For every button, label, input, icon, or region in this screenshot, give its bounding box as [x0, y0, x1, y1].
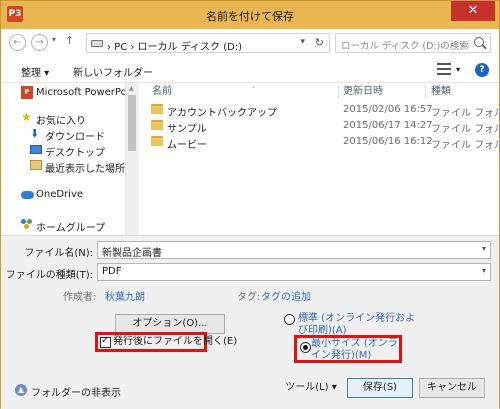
- file-date: 2015/02/06 16:57: [343, 104, 433, 115]
- search-icon[interactable]: [474, 37, 484, 47]
- tags-value[interactable]: タグの追加: [261, 288, 311, 303]
- tags-label: タグ:: [237, 292, 261, 303]
- view-dropdown-icon[interactable]: ▾: [456, 65, 460, 74]
- view-options-icon[interactable]: [437, 63, 451, 75]
- powerpoint-icon: P: [21, 86, 33, 99]
- column-divider[interactable]: [425, 85, 426, 99]
- table-row[interactable]: ムービー 2015/06/16 16:12 ファイル フォルダー: [139, 134, 500, 151]
- hide-folders-button[interactable]: フォルダーの非表示: [31, 384, 121, 399]
- help-icon[interactable]: ?: [475, 63, 489, 77]
- recent-places-icon: [30, 160, 42, 170]
- open-after-publish-label[interactable]: 発行後にファイルを開く(E): [113, 336, 237, 348]
- folder-icon: [151, 136, 163, 146]
- save-options-panel: ファイル名(N): 新製品企画書 ▾ ファイルの種類(T): PDF ▾ 作成者…: [1, 235, 499, 409]
- column-header-label: 名前: [152, 86, 172, 97]
- save-as-dialog: P3 名前を付けて保存 ✕ ← → ▾ ↑ › PC › ローカル ディスク (…: [0, 0, 500, 409]
- star-icon: ★: [21, 110, 32, 124]
- cancel-button[interactable]: キャンセル: [419, 378, 485, 398]
- scrollbar-thumb[interactable]: [128, 95, 136, 151]
- sidebar-item-onedrive[interactable]: OneDrive: [1, 187, 125, 203]
- filetype-label: ファイルの種類(T):: [5, 270, 93, 281]
- download-icon: ⬇: [30, 127, 40, 140]
- column-header-name[interactable]: 名前 ˄: [152, 83, 342, 101]
- author-label: 作成者:: [63, 292, 97, 303]
- open-after-publish-checkbox[interactable]: [100, 335, 111, 348]
- sidebar-item-label: ホームグループ: [36, 223, 106, 234]
- sidebar-item-label: デスクトップ: [45, 148, 105, 159]
- column-header-type[interactable]: 種類: [431, 83, 496, 101]
- sidebar-item-label: OneDrive: [36, 189, 84, 200]
- forward-button[interactable]: →: [31, 34, 48, 51]
- dialog-title: 名前を付けて保存: [206, 10, 294, 23]
- search-input[interactable]: ローカル ディスク (D:)の検索: [341, 38, 469, 52]
- radio-standard[interactable]: [284, 314, 295, 325]
- folder-icon: [151, 120, 163, 130]
- sidebar-item-recent-places[interactable]: 最近表示した場所: [1, 158, 125, 175]
- save-button[interactable]: 保存(S): [347, 378, 413, 398]
- sort-arrow-icon: ˄: [252, 86, 256, 94]
- filename-label: ファイル名(N):: [24, 248, 93, 259]
- drive-icon: [91, 40, 103, 47]
- sidebar-scrollbar[interactable]: ▲: [125, 83, 138, 235]
- navigation-bar: ← → ▾ ↑ › PC › ローカル ディスク (D:) ▾ ↻ ローカル デ…: [1, 29, 499, 57]
- column-divider[interactable]: [338, 85, 339, 99]
- chevron-down-icon[interactable]: ▾: [482, 244, 486, 253]
- filename-value: 新製品企画書: [102, 248, 162, 259]
- close-button[interactable]: ✕: [451, 1, 495, 21]
- tools-menu-button[interactable]: ツール(L) ▾: [279, 378, 343, 398]
- file-type: ファイル フォルダー: [431, 108, 500, 119]
- file-date: 2015/06/17 14:27: [343, 120, 433, 131]
- table-row[interactable]: サンプル 2015/06/17 14:27 ファイル フォルダー: [139, 118, 500, 135]
- homegroup-icon: [21, 219, 34, 230]
- file-type: ファイル フォルダー: [431, 124, 500, 135]
- sidebar-item-label: お気に入り: [36, 116, 86, 127]
- sidebar-item-label: 最近表示した場所: [45, 164, 125, 175]
- folder-icon: [151, 104, 163, 114]
- file-date: 2015/06/16 16:12: [343, 136, 433, 147]
- organize-button[interactable]: 整理 ▾: [21, 64, 49, 79]
- sidebar-item-label: ダウンロード: [45, 132, 105, 143]
- radio-standard-label[interactable]: 標準 (オンライン発行および印刷)(A): [298, 313, 418, 337]
- file-name: ムービー: [167, 140, 207, 151]
- toolbar: 整理 ▾ 新しいフォルダー ▾ ?: [1, 57, 499, 83]
- column-header-date[interactable]: 更新日時: [343, 83, 423, 101]
- address-bar[interactable]: › PC › ローカル ディスク (D:) ▾ ↻: [86, 33, 330, 53]
- desktop-icon: [30, 145, 42, 154]
- history-dropdown-icon[interactable]: ▾: [52, 35, 56, 44]
- sidebar-item-downloads[interactable]: ⬇ ダウンロード: [1, 126, 125, 143]
- search-box[interactable]: ローカル ディスク (D:)の検索: [335, 33, 491, 53]
- new-folder-button[interactable]: 新しいフォルダー: [73, 64, 153, 79]
- sidebar-item-desktop[interactable]: デスクトップ: [1, 142, 125, 159]
- file-list: 名前 ˄ 更新日時 種類 アカウントバックアップ 2015/02/06 16:5…: [139, 83, 500, 235]
- filetype-select[interactable]: PDF ▾: [97, 263, 491, 281]
- file-name: アカウントバックアップ: [167, 108, 277, 119]
- address-path: › PC › ローカル ディスク (D:): [107, 42, 243, 53]
- file-name: サンプル: [167, 124, 207, 135]
- table-row[interactable]: アカウントバックアップ 2015/02/06 16:57 ファイル フォルダー: [139, 102, 500, 119]
- chevron-down-icon[interactable]: ▾: [482, 266, 486, 275]
- title-bar: P3 名前を付けて保存 ✕: [1, 1, 499, 29]
- filetype-value: PDF: [102, 266, 122, 277]
- sidebar-item-favorites[interactable]: ★ お気に入り: [1, 110, 125, 127]
- refresh-icon[interactable]: ↻: [315, 36, 324, 49]
- scroll-up-arrow-icon[interactable]: ▲: [129, 85, 134, 92]
- author-value[interactable]: 秋葉九朗: [105, 288, 145, 303]
- up-folder-button[interactable]: ↑: [65, 34, 74, 47]
- options-button[interactable]: オプション(O)...: [115, 314, 225, 334]
- radio-minimum-size-label[interactable]: 最小サイズ (オンライン発行)(M): [311, 338, 399, 362]
- sidebar-item-powerpoint[interactable]: P Microsoft PowerPoint: [1, 85, 138, 101]
- hide-folders-icon[interactable]: ▲: [15, 384, 27, 396]
- back-button[interactable]: ←: [9, 34, 26, 51]
- sidebar-item-homegroup[interactable]: ホームグループ: [1, 217, 125, 234]
- navigation-pane: P Microsoft PowerPoint ★ お気に入り ⬇ ダウンロード …: [1, 83, 138, 235]
- sidebar-item-label: Microsoft PowerPoint: [36, 87, 138, 98]
- address-history-chevron-icon[interactable]: ▾: [300, 37, 305, 47]
- radio-minimum-size[interactable]: [300, 342, 311, 353]
- filename-field[interactable]: 新製品企画書 ▾: [97, 241, 491, 259]
- file-type: ファイル フォルダー: [431, 140, 500, 151]
- onedrive-icon: [21, 191, 34, 199]
